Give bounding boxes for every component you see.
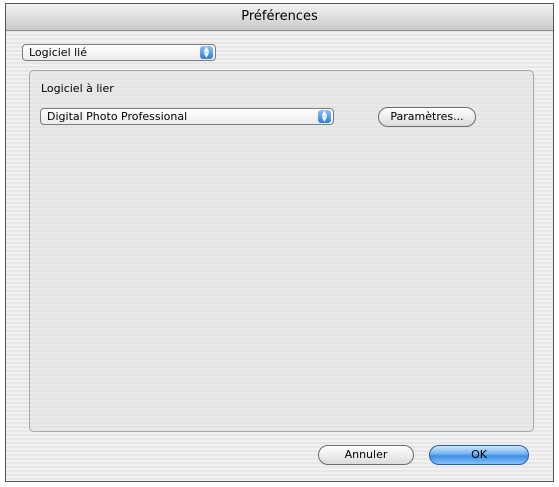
window-title: Préférences bbox=[241, 9, 318, 24]
category-select[interactable]: Logiciel lié ▲ ▼ bbox=[22, 44, 216, 61]
ok-button[interactable]: OK bbox=[429, 445, 529, 465]
cancel-button[interactable]: Annuler bbox=[318, 445, 414, 465]
settings-button-label: Paramètres... bbox=[390, 110, 464, 123]
select-arrows-icon: ▲ ▼ bbox=[318, 110, 331, 123]
cancel-button-label: Annuler bbox=[344, 448, 388, 461]
software-select-value: Digital Photo Professional bbox=[47, 110, 188, 123]
preferences-window: Préférences Logiciel lié ▲ ▼ Logiciel à l… bbox=[5, 3, 554, 482]
category-select-value: Logiciel lié bbox=[29, 46, 88, 59]
software-select[interactable]: Digital Photo Professional ▲ ▼ bbox=[40, 108, 334, 125]
select-arrows-icon: ▲ ▼ bbox=[200, 46, 213, 59]
settings-button[interactable]: Paramètres... bbox=[378, 107, 476, 127]
linked-software-group: Logiciel à lier Digital Photo Profession… bbox=[29, 70, 534, 432]
linked-software-label: Logiciel à lier bbox=[41, 82, 114, 95]
title-bar[interactable]: Préférences bbox=[6, 4, 553, 31]
ok-button-label: OK bbox=[471, 448, 487, 461]
